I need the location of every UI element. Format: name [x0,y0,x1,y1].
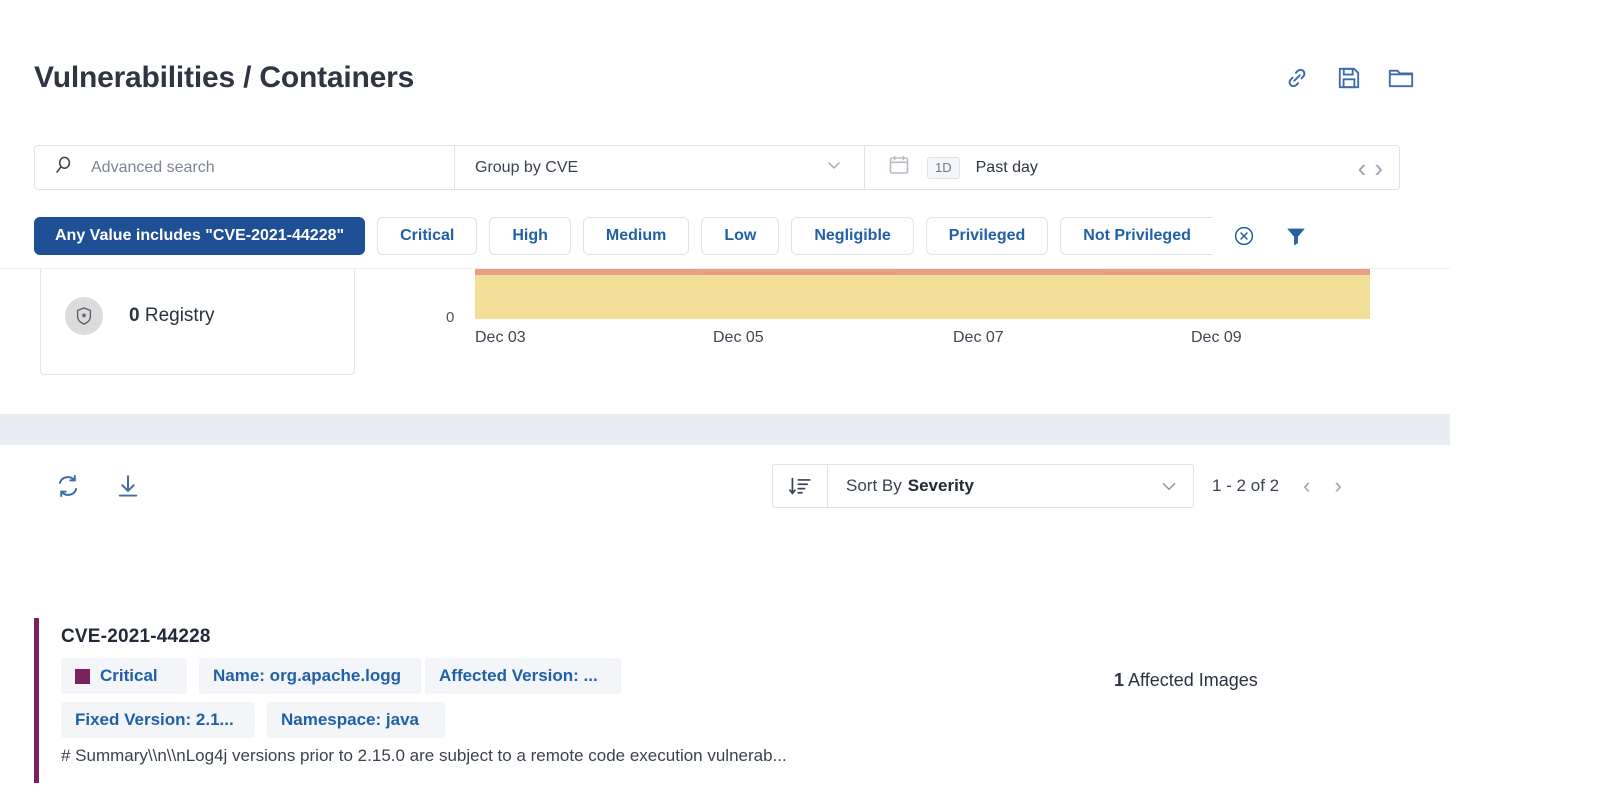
advanced-search-field[interactable] [35,146,455,189]
pagination-prev-button[interactable]: ‹ [1303,475,1310,497]
sort-by-label: Sort By Severity [828,465,1145,507]
shield-icon [65,297,103,335]
tag-package-name[interactable]: Name: org.apache.logg [199,658,421,694]
filter-chip-medium[interactable]: Medium [583,217,689,255]
tag-namespace[interactable]: Namespace: java [267,702,445,738]
filter-funnel-icon[interactable] [1283,223,1309,249]
filter-chip-high[interactable]: High [489,217,571,255]
affected-images-label: Affected Images [1128,670,1258,690]
time-next-button[interactable]: › [1374,155,1383,181]
sort-by-select[interactable]: Sort By Severity [772,464,1194,508]
filter-chips-row: Any Value includes "CVE-2021-44228" Crit… [34,215,1404,257]
filter-chip-critical[interactable]: Critical [377,217,477,255]
severity-swatch [75,669,90,684]
x-axis-tick: Dec 03 [475,329,526,347]
active-filter-chip[interactable]: Any Value includes "CVE-2021-44228" [34,217,365,255]
chart-segment [699,269,896,273]
results-toolbar: Sort By Severity 1 - 2 of 2 ‹ › [0,460,1450,522]
time-range-nav: ‹ › [1358,155,1383,181]
x-axis-tick: Dec 07 [953,329,1004,347]
vulnerability-summary: # Summary\\n\\nLog4j versions prior to 2… [61,746,1414,766]
x-axis-tick: Dec 05 [713,329,764,347]
sort-by-prefix: Sort By [846,476,902,496]
chart-segment [1102,269,1200,273]
x-axis-tick: Dec 09 [1191,329,1242,347]
search-input[interactable] [89,158,413,178]
chart-segment [475,271,699,275]
chart-series-yellow-band [475,274,1370,319]
calendar-icon [887,153,911,182]
severity-label: Critical [100,666,158,686]
filter-chip-low[interactable]: Low [701,217,779,255]
download-icon[interactable] [112,470,144,502]
result-tag-row: Fixed Version: 2.1... Namespace: java [61,702,1414,738]
pagination-next-button[interactable]: › [1334,475,1341,497]
tag-fixed-version[interactable]: Fixed Version: 2.1... [61,702,255,738]
y-axis-tick-0: 0 [446,309,454,326]
chart-segment [896,271,1102,275]
results-toolbar-actions [52,470,144,502]
group-by-select[interactable]: Group by CVE [455,146,865,189]
tag-affected-version[interactable]: Affected Version: ... [425,658,621,694]
registry-label: Registry [145,305,215,326]
folder-icon[interactable] [1386,63,1416,93]
severity-badge[interactable]: Critical [61,658,187,694]
section-divider [0,414,1450,445]
vulnerabilities-containers-page: Vulnerabilities / Containers [0,0,1602,810]
header-actions [1282,63,1416,93]
chevron-down-icon [1145,465,1193,507]
sort-icon [773,465,828,507]
affected-images: 1 Affected Images [1114,670,1258,691]
cve-id: CVE-2021-44228 [61,626,1414,648]
filter-chip-negligible[interactable]: Negligible [791,217,913,255]
x-axis-ticks: Dec 03 Dec 05 Dec 07 Dec 09 [475,329,1370,353]
page-title: Vulnerabilities / Containers [34,61,414,95]
group-by-value: Group by CVE [475,159,578,177]
summary-chart-section: 0 Registry 0 Dec 03 Dec 05 Dec 07 [0,268,1450,401]
vulnerability-result-card[interactable]: CVE-2021-44228 Critical Name: org.apache… [34,618,1414,783]
time-range-picker[interactable]: 1D Past day ‹ › [865,146,1399,189]
vulnerability-trend-chart: 0 Dec 03 Dec 05 Dec 07 Dec 09 [430,269,1410,399]
clear-filters-icon[interactable] [1231,223,1257,249]
chart-series-salmon-band [475,269,1370,275]
registry-count-label: 0 Registry [129,305,215,327]
filter-chip-privileged[interactable]: Privileged [926,217,1048,255]
affected-images-count: 1 [1114,670,1124,690]
search-icon [53,154,75,181]
page-header: Vulnerabilities / Containers [0,42,1450,114]
chart-plot-area [475,269,1370,319]
save-icon[interactable] [1334,63,1364,93]
chart-segment [1200,271,1370,275]
refresh-icon[interactable] [52,470,84,502]
pagination-count: 1 - 2 of 2 [1212,476,1279,496]
registry-count: 0 [129,305,140,326]
time-prev-button[interactable]: ‹ [1358,155,1367,181]
search-toolbar: Group by CVE 1D Past day ‹ › [34,145,1400,190]
time-range-label: Past day [976,159,1038,177]
results-pagination: 1 - 2 of 2 ‹ › [1212,464,1342,508]
chevron-down-icon [824,155,844,180]
sort-by-value: Severity [908,476,974,496]
registry-summary-card[interactable]: 0 Registry [40,268,355,375]
share-link-icon[interactable] [1282,63,1312,93]
filter-chip-not-privileged[interactable]: Not Privileged [1060,217,1213,255]
time-range-pill: 1D [927,157,960,179]
